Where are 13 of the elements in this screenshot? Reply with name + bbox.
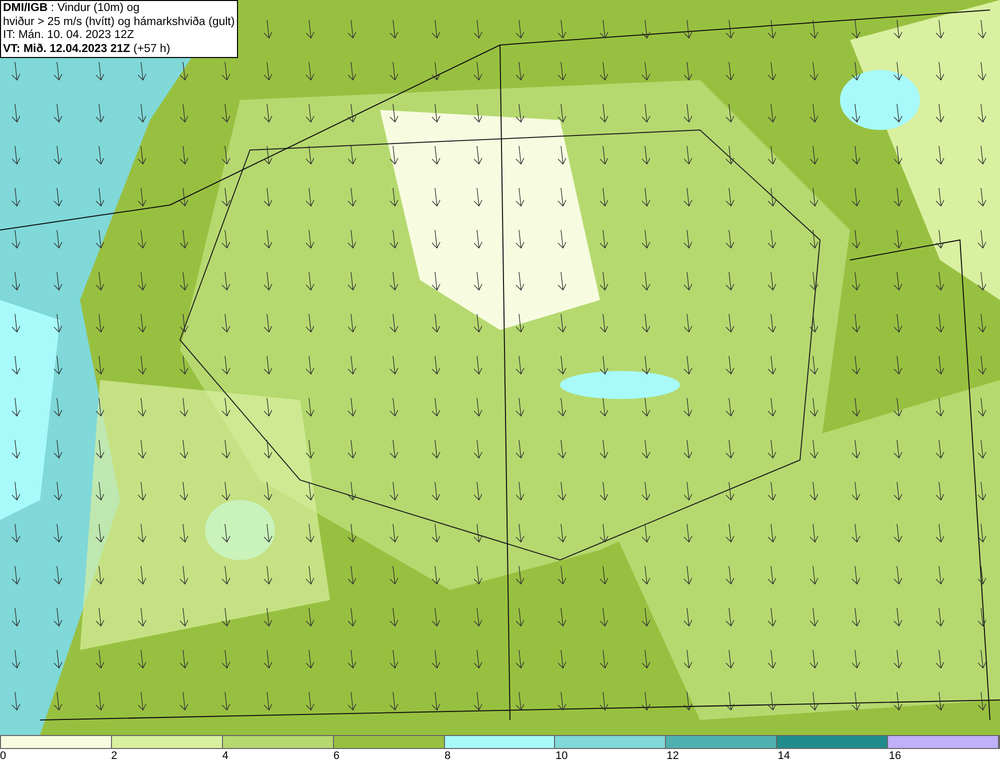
- info-text: VT: Mið. 12.04.2023 21Z (+57 h): [3, 42, 172, 56]
- info-text: hviður > 25 m/s (hvítt) og hámarkshviða (gult): [3, 16, 235, 29]
- info-text: DMI/IGB : Vindur (10m) og: [3, 2, 141, 16]
- legend-label: 16: [888, 749, 902, 763]
- legend-label: 10: [556, 749, 568, 763]
- legend-label: 4: [222, 749, 228, 763]
- legend-label: 14: [778, 749, 790, 763]
- legend-label: 8: [444, 749, 451, 763]
- info-text: IT: Mán. 10. 04. 2023 12Z: [3, 29, 136, 42]
- legend-label: 12: [666, 749, 679, 763]
- legend-label: 6: [333, 749, 340, 763]
- legend-label: 0: [0, 749, 6, 763]
- legend-label: 2: [111, 749, 118, 763]
